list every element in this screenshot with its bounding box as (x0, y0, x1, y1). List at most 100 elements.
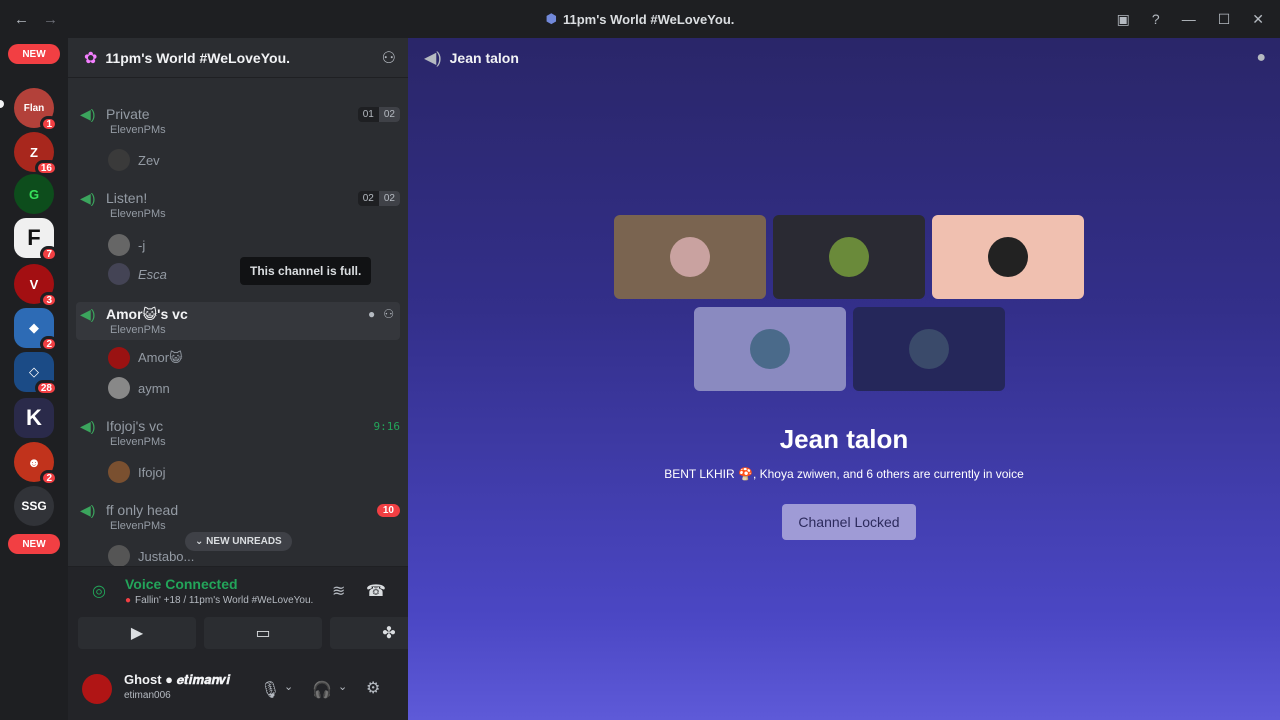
avatar (108, 347, 130, 369)
server-icon[interactable]: SSG (14, 486, 54, 526)
activities-button[interactable]: ✤ (330, 617, 408, 649)
participant-tile[interactable] (614, 215, 766, 299)
close-icon[interactable]: ✕ (1252, 11, 1264, 28)
server-icon[interactable]: V3 (14, 264, 58, 308)
voice-channel-icon: ◀) (80, 305, 96, 322)
server-name: 11pm's World #WeLoveYou. (105, 49, 291, 66)
voice-channel-icon: ◀) (80, 501, 96, 518)
channel-dot-icon: ● (125, 595, 132, 606)
channel-name: Private (106, 106, 150, 122)
server-shield-icon: ⬢ (545, 11, 557, 26)
channel-subtitle: ElevenPMs (110, 520, 166, 532)
chevron-down-icon[interactable]: ⌄ (338, 680, 347, 693)
voice-member[interactable]: Ifojoj (108, 461, 165, 483)
disconnect-icon[interactable]: ☎ (366, 581, 386, 601)
voice-channel-amor[interactable]: ◀) Amor😺's vc ● ⚇ ElevenPMs (76, 302, 400, 340)
mention-badge: 28 (34, 380, 58, 396)
member-name: Justabo... (138, 548, 195, 564)
new-unreads-button[interactable]: ⌄ NEW UNREADS (185, 532, 292, 551)
avatar (108, 234, 130, 256)
activities-icon: ✤ (382, 625, 396, 642)
voice-member[interactable]: Amor😺 (108, 347, 183, 369)
avatar (670, 237, 710, 277)
avatar[interactable] (82, 674, 112, 704)
participant-tile[interactable] (773, 215, 925, 299)
server-icon[interactable]: ☻ 2 (14, 442, 58, 486)
member-name: -j (138, 237, 146, 253)
server-icon-label: ☻ (27, 454, 41, 470)
user-count: 02 (362, 192, 374, 204)
server-icon-label: G (28, 186, 40, 202)
minimize-icon[interactable]: — (1182, 11, 1196, 27)
voice-member[interactable]: Justabo... (108, 545, 194, 567)
voice-channel-ifojoj[interactable]: ◀) Ifojoj's vc 9:16 ElevenPMs (80, 416, 401, 449)
voice-member[interactable]: aymn (108, 377, 170, 399)
chevron-down-icon[interactable]: ⌄ (284, 680, 293, 693)
channel-title: Jean talon (449, 50, 519, 66)
avatar (909, 329, 949, 369)
new-pill[interactable]: NEW (8, 44, 60, 64)
server-icon[interactable]: G (14, 174, 54, 214)
server-icon[interactable]: F7 (14, 218, 58, 262)
channel-subtitle: ElevenPMs (110, 124, 166, 136)
invite-icon[interactable]: ⚇ (383, 307, 394, 321)
chat-icon[interactable]: ● (1256, 49, 1266, 67)
channel-name: Listen! (106, 190, 148, 206)
user-display-name[interactable]: Ghost ● 𝒆𝒕𝒊𝒎𝒂𝒏𝒗𝒊 (124, 672, 230, 688)
voice-channel-icon: ◀) (424, 50, 442, 67)
server-icon-label: Z (30, 144, 38, 160)
voice-member[interactable]: -j (108, 234, 145, 256)
forward-arrow-icon[interactable]: → (43, 11, 58, 28)
new-pill[interactable]: NEW (8, 534, 60, 554)
chat-icon[interactable]: ● (368, 307, 375, 321)
participant-tile[interactable] (932, 215, 1084, 299)
avatar (750, 329, 790, 369)
server-header[interactable]: ✿ 11pm's World #WeLoveYou. ⚇ (68, 38, 408, 78)
channel-locked-button[interactable]: Channel Locked (782, 504, 916, 540)
maximize-icon[interactable]: ☐ (1218, 11, 1231, 28)
member-name: Ifojoj (138, 464, 166, 480)
voice-channel-listen[interactable]: ◀) Listen! 02 02 ElevenPMs (80, 188, 400, 220)
voice-channel-private[interactable]: ◀) Private 01 02 ElevenPMs (80, 104, 400, 136)
server-icon[interactable]: K (14, 398, 54, 438)
screen-share-button[interactable]: ▭ (204, 617, 322, 649)
server-icon[interactable]: Flan 1 (14, 88, 58, 132)
unread-badge: 10 (376, 503, 400, 517)
server-icon[interactable]: Z 16 (14, 132, 58, 176)
headphones-icon[interactable]: 🎧 (312, 680, 332, 700)
server-icon[interactable]: ◇ 28 (14, 352, 58, 396)
back-arrow-icon[interactable]: ← (14, 11, 29, 28)
voice-member[interactable]: Zev (108, 149, 160, 171)
avatar (108, 461, 130, 483)
voice-details[interactable]: ● Fallin' +18 / 11pm's World #WeLoveYou. (125, 595, 313, 606)
channel-subtitle: ElevenPMs (110, 436, 166, 448)
user-limit: 02 02 (357, 190, 400, 206)
call-duration: 9:16 (373, 419, 401, 433)
voice-channel-ff-only-head[interactable]: ◀) ff only head 10 ElevenPMs (80, 500, 400, 532)
mention-badge: 2 (40, 336, 58, 352)
video-button[interactable]: ▶ (78, 617, 196, 649)
voice-participants-text: BENT LKHIR 🍄, Khoya zwiwen, and 6 others… (664, 467, 1024, 481)
unread-indicator (0, 100, 4, 108)
tooltip: This channel is full. (240, 257, 372, 285)
help-icon[interactable]: ? (1152, 11, 1160, 27)
screen-share-icon: ▭ (255, 625, 271, 642)
settings-gear-icon[interactable]: ⚙ (366, 678, 380, 698)
voice-channel-icon: ◀) (80, 189, 96, 206)
inbox-icon[interactable]: ▣ (1117, 11, 1130, 28)
server-boost-icon: ✿ (84, 49, 98, 67)
chevron-down-icon: ⌄ (195, 536, 207, 547)
participant-tile[interactable] (853, 307, 1005, 391)
invite-icon[interactable]: ⚇ (382, 48, 396, 68)
server-icon-label: ◆ (29, 320, 39, 335)
window-title: 11pm's World #WeLoveYou. (562, 11, 735, 27)
voice-status[interactable]: Voice Connected (125, 576, 238, 592)
noise-suppression-icon[interactable]: ≋ (332, 581, 345, 601)
avatar (108, 263, 130, 285)
avatar (829, 237, 869, 277)
microphone-icon[interactable]: 🎙 (260, 680, 280, 700)
participant-tile[interactable] (694, 307, 846, 391)
server-icon[interactable]: ◆ 2 (14, 308, 58, 352)
user-limit: 01 02 (357, 106, 400, 122)
voice-member[interactable]: Esca (108, 263, 167, 285)
